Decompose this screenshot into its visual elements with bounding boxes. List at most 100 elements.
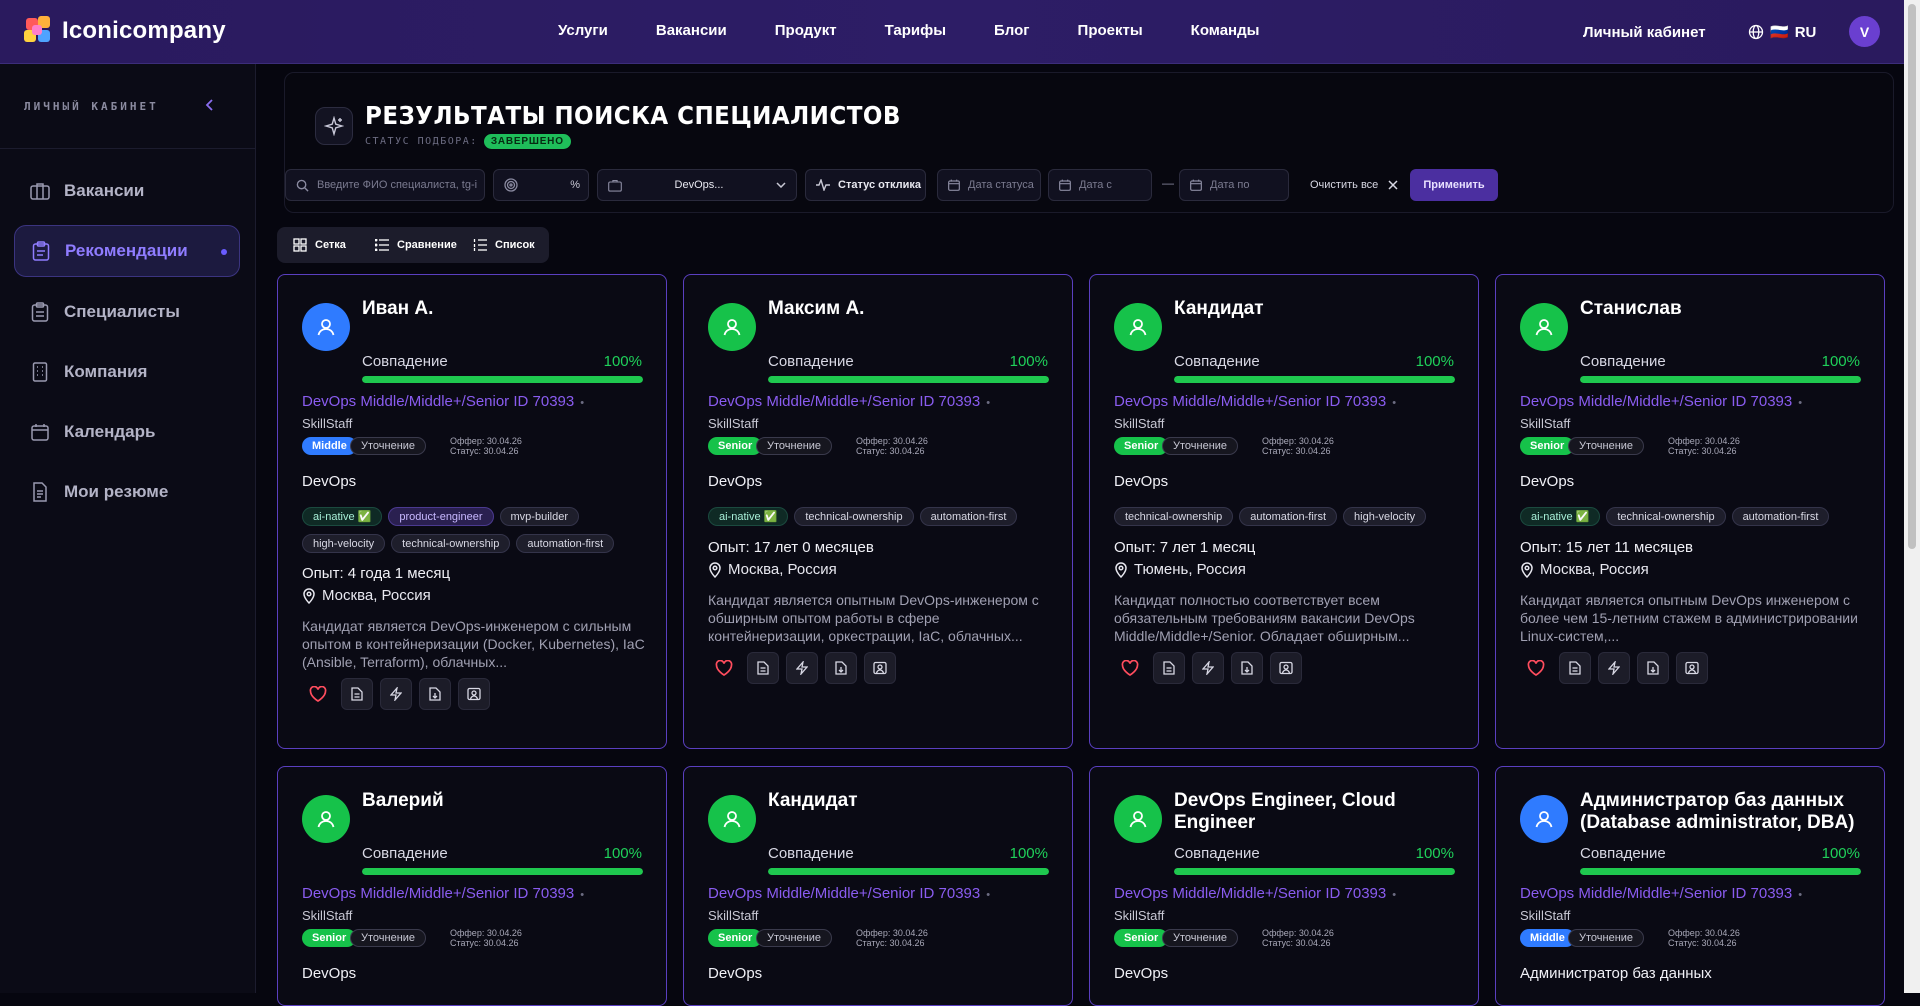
- id-card-icon[interactable]: [1270, 652, 1302, 684]
- document-icon[interactable]: [1559, 652, 1591, 684]
- sparkles-icon: [315, 107, 353, 145]
- view-list-button[interactable]: Список: [473, 227, 535, 263]
- file-download-icon[interactable]: [1637, 652, 1669, 684]
- logo[interactable]: Iconicompany: [24, 16, 226, 46]
- lightning-icon[interactable]: [1598, 652, 1630, 684]
- nav-item-vacancies[interactable]: Вакансии: [656, 22, 727, 39]
- lightning-icon[interactable]: [786, 652, 818, 684]
- company-name: SkillStaff: [302, 416, 353, 431]
- clarify-status-badge[interactable]: Уточнение: [756, 437, 833, 455]
- scrollbar-thumb[interactable]: [1908, 4, 1916, 549]
- nav-item-projects[interactable]: Проекты: [1078, 22, 1143, 39]
- candidate-name[interactable]: Иван А.: [362, 298, 652, 320]
- candidate-name[interactable]: DevOps Engineer, Cloud Engineer: [1174, 790, 1464, 834]
- lightning-icon[interactable]: [1192, 652, 1224, 684]
- candidate-name[interactable]: Администратор баз данных (Database admin…: [1580, 790, 1870, 834]
- vacancy-title: DevOps Middle/Middle+/Senior ID 70393: [1114, 885, 1387, 902]
- candidate-name[interactable]: Максим А.: [768, 298, 1058, 320]
- candidate-card[interactable]: Станислав Совпадение 100% DevOps Middle/Mid…: [1495, 274, 1885, 749]
- vacancy-link[interactable]: DevOps Middle/Middle+/Senior ID 70393 •: [1520, 393, 1802, 410]
- heart-icon[interactable]: [302, 678, 334, 710]
- candidate-card[interactable]: Администратор баз данных (Database admin…: [1495, 766, 1885, 1006]
- date-to-input[interactable]: Дата по: [1179, 169, 1289, 201]
- vacancy-select[interactable]: DevOps...: [597, 169, 797, 201]
- file-download-icon[interactable]: [825, 652, 857, 684]
- list-icon: [375, 239, 389, 251]
- nav-item-services[interactable]: Услуги: [558, 22, 608, 39]
- vacancy-link[interactable]: DevOps Middle/Middle+/Senior ID 70393 •: [708, 393, 990, 410]
- user-avatar[interactable]: V: [1849, 16, 1880, 47]
- clarify-status-badge[interactable]: Уточнение: [756, 929, 833, 947]
- nav-item-blog[interactable]: Блог: [994, 22, 1030, 39]
- search-input[interactable]: Введите ФИО специалиста, tg-i: [285, 169, 485, 201]
- candidate-name[interactable]: Валерий: [362, 790, 652, 812]
- nav-item-pricing[interactable]: Тарифы: [885, 22, 946, 39]
- document-icon[interactable]: [341, 678, 373, 710]
- clarify-status-badge[interactable]: Уточнение: [350, 437, 427, 455]
- candidate-card[interactable]: DevOps Engineer, Cloud Engineer Совпадени…: [1089, 766, 1479, 1006]
- clarify-status-badge[interactable]: Уточнение: [1568, 929, 1645, 947]
- collapse-sidebar-chevron-icon[interactable]: [205, 98, 215, 116]
- document-icon[interactable]: [1153, 652, 1185, 684]
- candidate-card[interactable]: Максим А. Совпадение 100% DevOps Middle/Mid…: [683, 274, 1073, 749]
- page-scrollbar[interactable]: [1904, 0, 1920, 993]
- sidebar-item-specialists[interactable]: Специалисты: [14, 286, 240, 338]
- status-date-input[interactable]: Дата статуса: [937, 169, 1041, 201]
- id-card-icon[interactable]: [1676, 652, 1708, 684]
- view-grid-button[interactable]: Сетка: [293, 227, 346, 263]
- heart-icon[interactable]: [1520, 652, 1552, 684]
- response-status-filter[interactable]: Статус отклика: [805, 169, 926, 201]
- grid-icon: [293, 238, 307, 252]
- document-icon[interactable]: [747, 652, 779, 684]
- candidate-card[interactable]: Кандидат Совпадение 100% DevOps Middle/Midd…: [683, 766, 1073, 1006]
- heart-icon[interactable]: [1114, 652, 1146, 684]
- offer-date: Оффер: 30.04.26: [450, 928, 522, 938]
- skill-tag: technical-ownership: [1114, 507, 1234, 526]
- vacancy-link[interactable]: DevOps Middle/Middle+/Senior ID 70393 •: [708, 885, 990, 902]
- id-card-icon[interactable]: [458, 678, 490, 710]
- view-compare-button[interactable]: Сравнение: [375, 227, 457, 263]
- candidate-name[interactable]: Станислав: [1580, 298, 1870, 320]
- candidate-name[interactable]: Кандидат: [768, 790, 1058, 812]
- sidebar-item-calendar[interactable]: Календарь: [14, 406, 240, 458]
- language-selector[interactable]: 🇷🇺 RU: [1748, 0, 1816, 64]
- nav-item-product[interactable]: Продукт: [775, 22, 837, 39]
- clarify-status-badge[interactable]: Уточнение: [1162, 929, 1239, 947]
- match-label: Совпадение: [1174, 845, 1260, 862]
- sidebar-item-my-resumes[interactable]: Мои резюме: [14, 466, 240, 518]
- sidebar-item-company[interactable]: Компания: [14, 346, 240, 398]
- file-download-icon[interactable]: [419, 678, 451, 710]
- vacancy-link[interactable]: DevOps Middle/Middle+/Senior ID 70393 •: [1520, 885, 1802, 902]
- vacancy-link[interactable]: DevOps Middle/Middle+/Senior ID 70393 •: [1114, 393, 1396, 410]
- selection-status: СТАТУС ПОДБОРА: ЗАВЕРШЕНО: [365, 134, 571, 149]
- lightning-icon[interactable]: [380, 678, 412, 710]
- sidebar-item-vacancies[interactable]: Вакансии: [14, 165, 240, 217]
- file-download-icon[interactable]: [1231, 652, 1263, 684]
- clarify-status-badge[interactable]: Уточнение: [350, 929, 427, 947]
- clear-all-button[interactable]: Очистить все: [1310, 169, 1398, 201]
- cabinet-link[interactable]: Личный кабинет: [1583, 0, 1706, 64]
- match-percent: 100%: [1415, 845, 1454, 862]
- clarify-status-badge[interactable]: Уточнение: [1162, 437, 1239, 455]
- clarify-status-badge[interactable]: Уточнение: [1568, 437, 1645, 455]
- vacancy-link[interactable]: DevOps Middle/Middle+/Senior ID 70393 •: [302, 393, 584, 410]
- heart-icon[interactable]: [708, 652, 740, 684]
- vacancy-link[interactable]: DevOps Middle/Middle+/Senior ID 70393 •: [302, 885, 584, 902]
- card-actions: [708, 652, 896, 684]
- date-from-input[interactable]: Дата с: [1048, 169, 1152, 201]
- candidate-card[interactable]: Кандидат Совпадение 100% DevOps Middle/Midd…: [1089, 274, 1479, 749]
- tag-list: technical-ownership automation-first high-…: [1114, 507, 1464, 526]
- apply-button[interactable]: Применить: [1410, 169, 1498, 201]
- match-percent-input[interactable]: %: [493, 169, 589, 201]
- candidate-card[interactable]: Валерий Совпадение 100% DevOps Middle/Middl…: [277, 766, 667, 1006]
- skill-tag: automation-first: [516, 534, 615, 553]
- candidate-card[interactable]: Иван А. Совпадение 100% DevOps Middle/Middl…: [277, 274, 667, 749]
- sidebar-item-recommendations[interactable]: Рекомендации: [14, 225, 240, 277]
- vacancy-link[interactable]: DevOps Middle/Middle+/Senior ID 70393 •: [1114, 885, 1396, 902]
- nav-item-teams[interactable]: Команды: [1191, 22, 1260, 39]
- offer-status-dates: Оффер: 30.04.26 Статус: 30.04.26: [450, 928, 522, 948]
- candidate-name[interactable]: Кандидат: [1174, 298, 1464, 320]
- match-progress-fill: [1580, 376, 1861, 383]
- candidate-role: DevOps: [302, 965, 357, 982]
- id-card-icon[interactable]: [864, 652, 896, 684]
